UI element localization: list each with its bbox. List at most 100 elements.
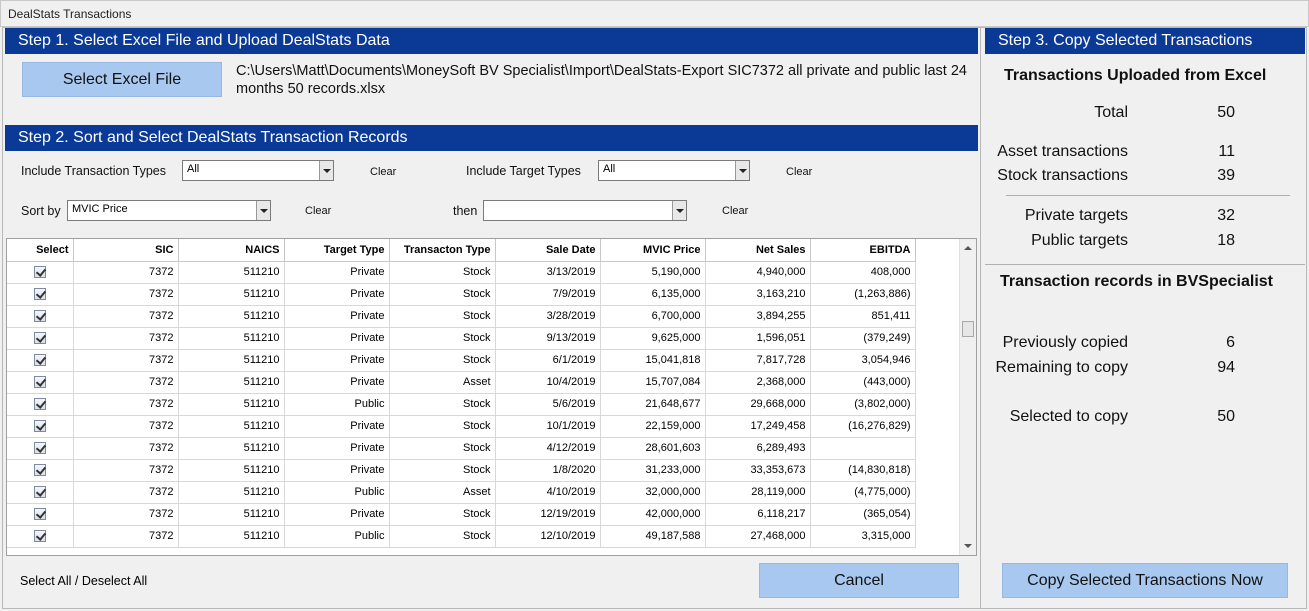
cell-target-type: Public (284, 525, 390, 548)
table-body: 7372 511210 Private Stock 3/13/2019 5,190,000… (7, 261, 916, 548)
column-header-ebitda[interactable]: EBITDA (810, 239, 916, 262)
row-select-checkbox[interactable] (33, 464, 46, 477)
cell-sic: 7372 (73, 459, 179, 482)
scrollbar-thumb[interactable] (962, 321, 974, 337)
cell-naics: 511210 (178, 459, 285, 482)
cell-target-type: Private (284, 261, 390, 284)
select-cell (7, 283, 74, 306)
column-header-select[interactable]: Select (7, 239, 74, 262)
row-select-checkbox[interactable] (33, 354, 46, 367)
cell-net-sales: 6,289,493 (705, 437, 811, 460)
then-sort-dropdown[interactable] (483, 200, 687, 221)
total-label: Total (1094, 104, 1128, 121)
row-select-checkbox[interactable] (33, 266, 46, 279)
transaction-types-dropdown[interactable]: All (182, 160, 334, 181)
row-select-checkbox[interactable] (33, 530, 46, 543)
select-cell (7, 525, 74, 548)
file-path-text: C:\Users\Matt\Documents\MoneySoft BV Spe… (236, 63, 967, 97)
row-select-checkbox[interactable] (33, 486, 46, 499)
table-row[interactable]: 7372 511210 Private Stock 3/13/2019 5,190,000… (7, 261, 916, 284)
cell-net-sales: 33,353,673 (705, 459, 811, 482)
row-select-checkbox[interactable] (33, 420, 46, 433)
select-excel-file-button[interactable]: Select Excel File (22, 62, 222, 97)
table-row[interactable]: 7372 511210 Private Stock 1/8/2020 31,233,000… (7, 459, 916, 482)
cell-naics: 511210 (178, 415, 285, 438)
table-row[interactable]: 7372 511210 Private Stock 7/9/2019 6,135,000 3… (7, 283, 916, 306)
cell-net-sales: 17,249,458 (705, 415, 811, 438)
separator (985, 264, 1305, 265)
remaining-to-copy-label: Remaining to copy (995, 359, 1128, 376)
cell-mvic-price: 15,707,084 (600, 371, 706, 394)
sort-by-dropdown[interactable]: MVIC Price (67, 200, 271, 221)
column-header-transaction-type[interactable]: Transacton Type (389, 239, 496, 262)
cell-transaction-type: Stock (389, 437, 496, 460)
cancel-button[interactable]: Cancel (759, 563, 959, 598)
table-row[interactable]: 7372 511210 Private Stock 6/1/2019 15,041,818… (7, 349, 916, 372)
column-header-sic[interactable]: SIC (73, 239, 179, 262)
asset-transactions-value: 11 (1218, 143, 1235, 160)
table-row[interactable]: 7372 511210 Public Stock 5/6/2019 21,648,677 2… (7, 393, 916, 416)
scroll-down-icon[interactable] (964, 544, 972, 548)
cell-transaction-type: Stock (389, 283, 496, 306)
cell-sale-date: 3/13/2019 (495, 261, 601, 284)
cell-target-type: Private (284, 415, 390, 438)
column-header-mvic-price[interactable]: MVIC Price (600, 239, 706, 262)
row-select-checkbox[interactable] (33, 442, 46, 455)
copy-selected-transactions-button[interactable]: Copy Selected Transactions Now (1002, 563, 1288, 598)
table-row[interactable]: 7372 511210 Private Stock 3/28/2019 6,700,000… (7, 305, 916, 328)
clear-then-button[interactable]: Clear (722, 205, 748, 217)
stock-transactions-value: 39 (1217, 167, 1235, 184)
cell-sic: 7372 (73, 503, 179, 526)
table-row[interactable]: 7372 511210 Public Asset 4/10/2019 32,000,000… (7, 481, 916, 504)
row-select-checkbox[interactable] (33, 398, 46, 411)
cell-target-type: Private (284, 327, 390, 350)
chevron-down-icon[interactable] (256, 201, 270, 220)
column-header-sale-date[interactable]: Sale Date (495, 239, 601, 262)
table-row[interactable]: 7372 511210 Public Stock 12/10/2019 49,187,58… (7, 525, 916, 548)
include-transaction-types-label: Include Transaction Types (21, 164, 166, 178)
private-targets-value: 32 (1217, 207, 1235, 224)
cell-mvic-price: 28,601,603 (600, 437, 706, 460)
cell-mvic-price: 5,190,000 (600, 261, 706, 284)
cell-net-sales: 6,118,217 (705, 503, 811, 526)
cell-net-sales: 28,119,000 (705, 481, 811, 504)
chevron-down-icon[interactable] (319, 161, 333, 180)
cell-ebitda: (16,276,829) (810, 415, 916, 438)
cell-sale-date: 12/19/2019 (495, 503, 601, 526)
cell-mvic-price: 31,233,000 (600, 459, 706, 482)
select-all-deselect-all-link[interactable]: Select All / Deselect All (20, 574, 147, 588)
table-row[interactable]: 7372 511210 Private Stock 4/12/2019 28,601,60… (7, 437, 916, 460)
row-select-checkbox[interactable] (33, 288, 46, 301)
table-row[interactable]: 7372 511210 Private Asset 10/4/2019 15,707,08… (7, 371, 916, 394)
column-header-naics[interactable]: NAICS (178, 239, 285, 262)
row-select-checkbox[interactable] (33, 508, 46, 521)
cell-mvic-price: 22,159,000 (600, 415, 706, 438)
vertical-scrollbar[interactable] (959, 239, 976, 555)
cell-ebitda: 408,000 (810, 261, 916, 284)
scroll-up-icon[interactable] (964, 246, 972, 250)
column-header-target-type[interactable]: Target Type (284, 239, 390, 262)
table-row[interactable]: 7372 511210 Private Stock 9/13/2019 9,625,000… (7, 327, 916, 350)
chevron-down-icon[interactable] (735, 161, 749, 180)
row-select-checkbox[interactable] (33, 310, 46, 323)
cell-mvic-price: 21,648,677 (600, 393, 706, 416)
table-row[interactable]: 7372 511210 Private Stock 10/1/2019 22,159,00… (7, 415, 916, 438)
clear-sort-by-button[interactable]: Clear (305, 205, 331, 217)
private-targets-label: Private targets (1024, 207, 1128, 224)
row-select-checkbox[interactable] (33, 332, 46, 345)
clear-transaction-types-button[interactable]: Clear (370, 166, 396, 178)
row-select-checkbox[interactable] (33, 376, 46, 389)
target-types-dropdown[interactable]: All (598, 160, 750, 181)
column-header-net-sales[interactable]: Net Sales (705, 239, 811, 262)
total-value: 50 (1217, 104, 1235, 121)
clear-target-types-button[interactable]: Clear (786, 166, 812, 178)
chevron-down-icon[interactable] (672, 201, 686, 220)
cell-sic: 7372 (73, 327, 179, 350)
include-target-types-label: Include Target Types (466, 164, 581, 178)
cell-transaction-type: Stock (389, 393, 496, 416)
transactions-grid[interactable]: Select SIC NAICS Target Type Transacton … (6, 238, 977, 556)
step1-header: Step 1. Select Excel File and Upload Dea… (5, 28, 978, 54)
previously-copied-value: 6 (1226, 334, 1235, 351)
cell-target-type: Private (284, 305, 390, 328)
table-row[interactable]: 7372 511210 Private Stock 12/19/2019 42,000,0… (7, 503, 916, 526)
